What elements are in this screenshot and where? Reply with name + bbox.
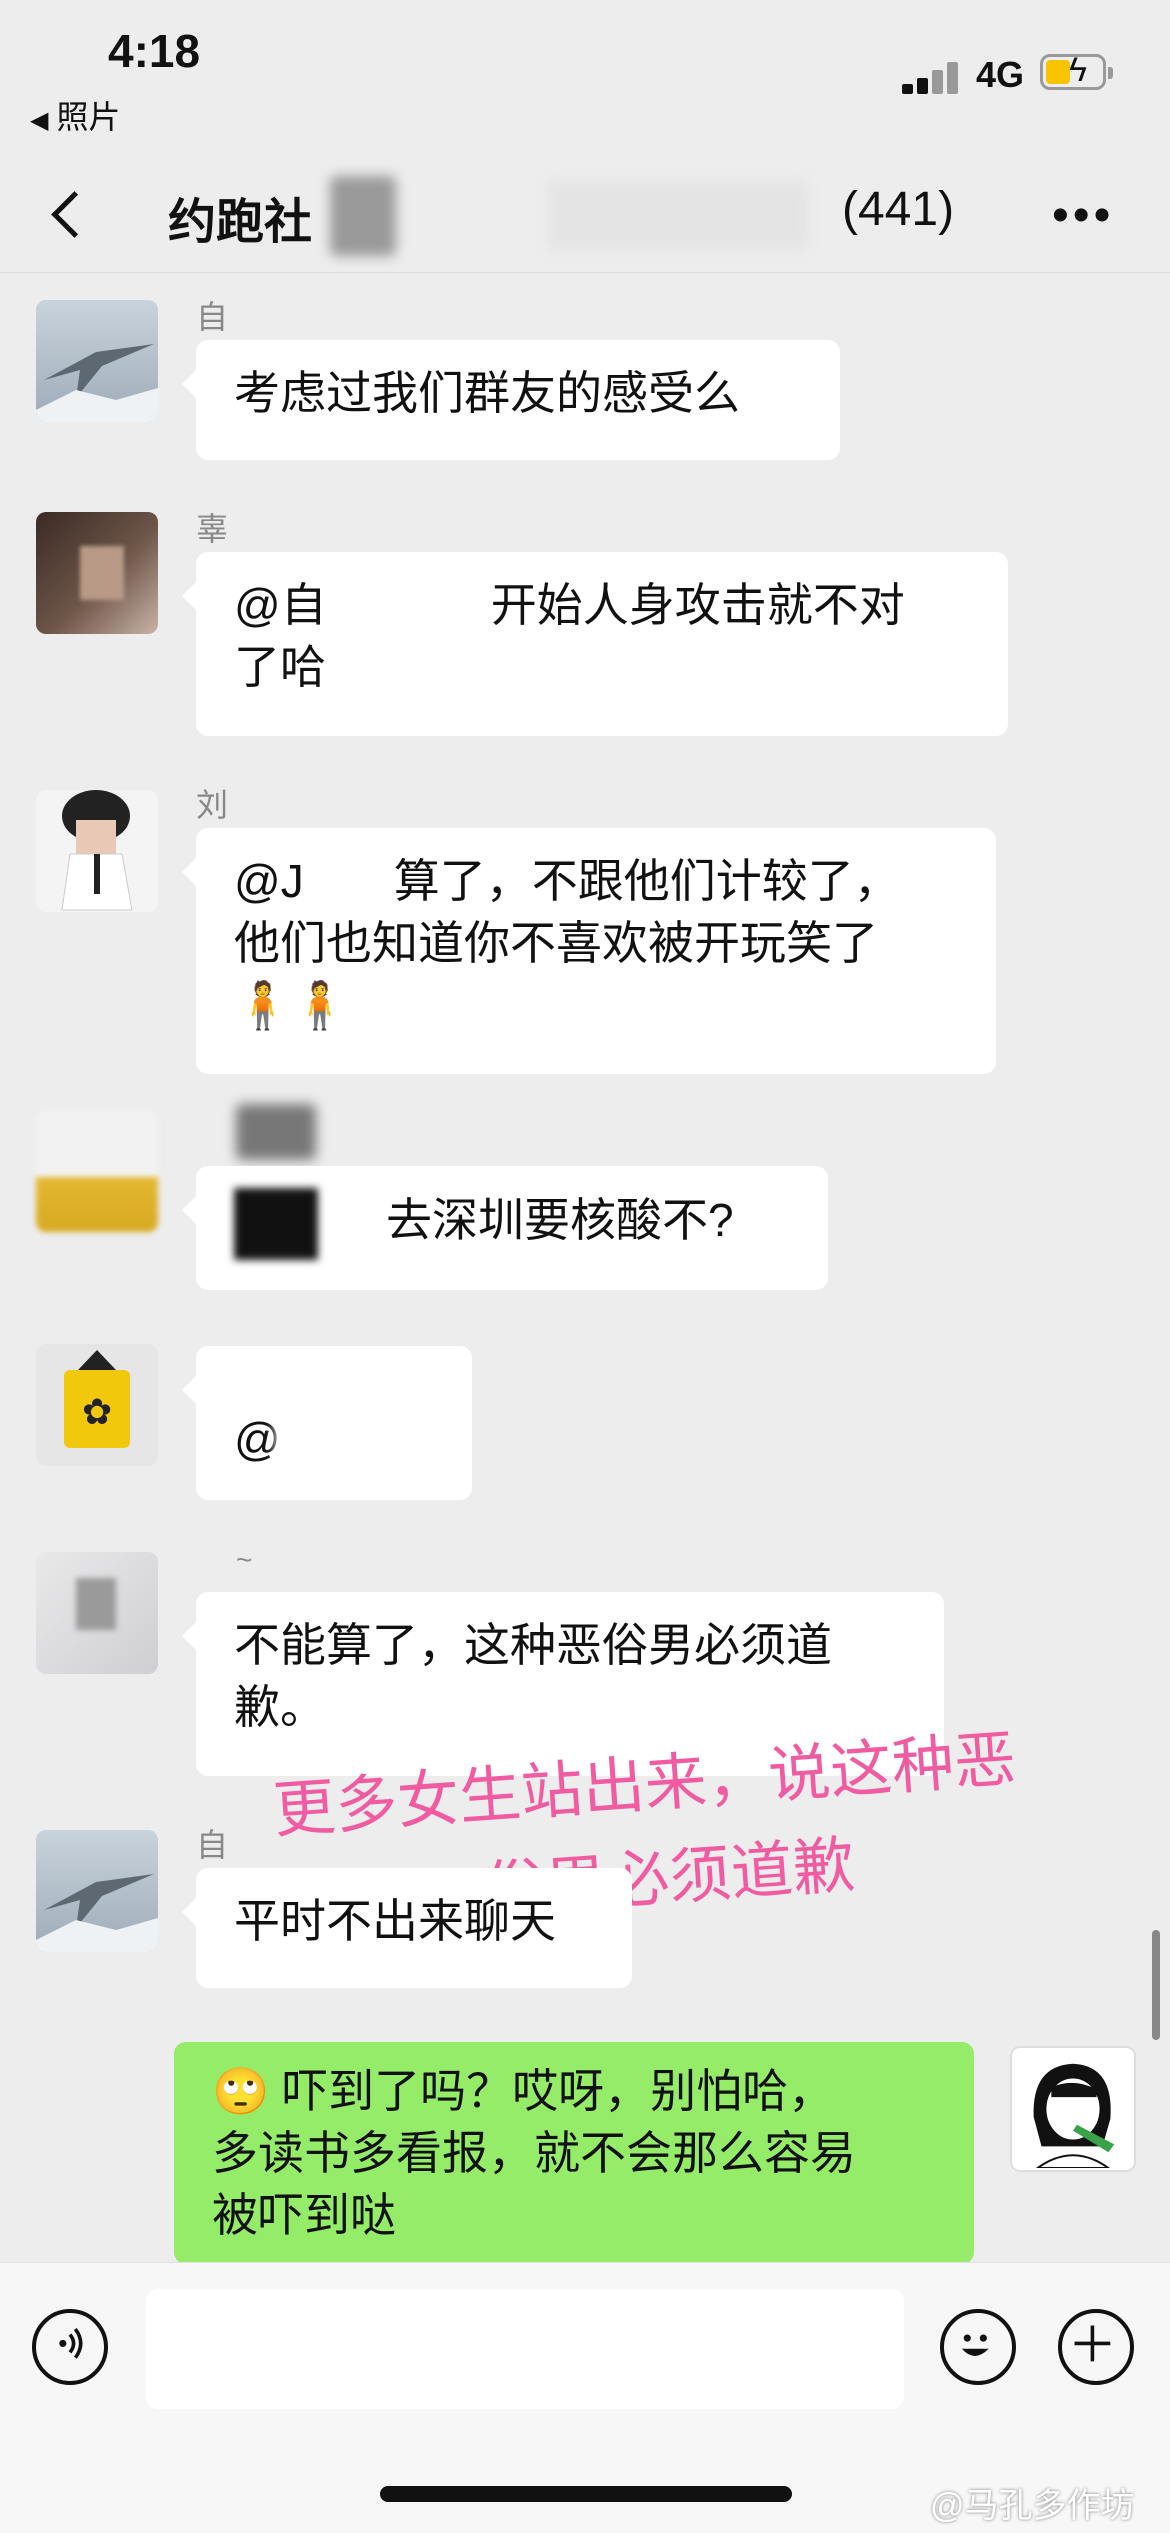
message-bubble[interactable]: 去深圳要核酸不? bbox=[182, 1166, 828, 1290]
message-text: 开始人身攻击就不对 bbox=[490, 579, 905, 631]
message-input[interactable] bbox=[146, 2289, 904, 2409]
battery-icon: ϟ bbox=[1040, 51, 1113, 90]
svg-text:✿: ✿ bbox=[82, 1391, 112, 1432]
plus-icon bbox=[1074, 2325, 1111, 2362]
chat-header: 约跑社 (441) ••• bbox=[0, 160, 1170, 273]
sender-name: ~ bbox=[236, 1544, 253, 1575]
message-text: 不能算了，这种恶俗男必须道 bbox=[234, 1619, 832, 1671]
redacted-blur bbox=[276, 1386, 446, 1476]
signal-icon bbox=[902, 60, 962, 94]
smiley-icon bbox=[961, 2334, 989, 2356]
network-type: 4G bbox=[976, 54, 1025, 95]
message-bubble[interactable]: @ bbox=[182, 1346, 472, 1500]
my-message-bubble[interactable]: 🙄 吓到了吗？哎呀，别怕哈， 多读书多看报，就不会那么容易 被吓到哒 bbox=[174, 2042, 974, 2264]
message-bubble[interactable]: 平时不出来聊天 bbox=[182, 1868, 632, 1988]
my-avatar[interactable] bbox=[1010, 2046, 1136, 2172]
avatar[interactable] bbox=[36, 1552, 158, 1674]
redacted-blur bbox=[236, 1104, 316, 1160]
message-text: 他们也知道你不喜欢被开玩笑了 bbox=[234, 917, 878, 969]
avatar[interactable] bbox=[36, 1110, 158, 1232]
avatar[interactable] bbox=[36, 1830, 158, 1952]
scrollbar[interactable] bbox=[1152, 1930, 1160, 2040]
back-triangle-icon: ◀ bbox=[30, 107, 49, 134]
pencil-icon: ✿ bbox=[64, 1350, 130, 1448]
sender-name: 自 bbox=[196, 299, 229, 335]
message-text: 歉。 bbox=[234, 1681, 326, 1733]
message-text: 算了，不跟他们计较了， bbox=[393, 855, 900, 907]
avatar[interactable] bbox=[36, 512, 158, 634]
voice-input-button[interactable] bbox=[32, 2309, 108, 2385]
home-indicator[interactable] bbox=[380, 2486, 792, 2502]
avatar[interactable]: ✿ bbox=[36, 1344, 158, 1466]
message-text: @ bbox=[234, 1413, 281, 1465]
message-text: @自 bbox=[234, 579, 327, 631]
back-chevron-icon[interactable] bbox=[44, 180, 104, 250]
message-text: 被吓到哒 bbox=[212, 2189, 396, 2241]
cartoon-girl-icon bbox=[1033, 2063, 1115, 2169]
status-bar: 4:18 ◀ 照片 4G ϟ bbox=[0, 0, 1170, 160]
roll-eyes-emoji: 🙄 bbox=[212, 2064, 270, 2118]
message-text: 平时不出来聊天 bbox=[234, 1895, 556, 1947]
avatar[interactable] bbox=[36, 300, 158, 422]
message-bubble[interactable]: @J 算了，不跟他们计较了， 他们也知道你不喜欢被开玩笑了 🧍🧍 bbox=[182, 828, 996, 1074]
member-count: (441) bbox=[842, 183, 955, 236]
back-to-app-link[interactable]: ◀ 照片 bbox=[30, 92, 120, 138]
clock: 4:18 bbox=[108, 25, 201, 77]
redacted-blur bbox=[80, 546, 124, 600]
message-bubble[interactable]: @自 开始人身攻击就不对 了哈 bbox=[182, 552, 1008, 736]
redacted-blur bbox=[548, 180, 808, 250]
redacted-blur bbox=[234, 1188, 318, 1260]
sender-name: 辜 bbox=[196, 511, 229, 547]
sender-name: 刘 bbox=[196, 787, 229, 823]
redacted-blur bbox=[76, 1578, 116, 1630]
message-text: 吓到了吗？哎呀，别怕哈， bbox=[282, 2065, 835, 2117]
watermark: @马孔多作坊 bbox=[930, 2487, 1135, 2525]
message-text: 去深圳要核酸不? bbox=[386, 1194, 734, 1247]
girl-avatar-icon bbox=[61, 790, 133, 911]
jet-icon bbox=[36, 1874, 158, 1952]
more-actions-button[interactable] bbox=[1058, 2309, 1134, 2385]
message-text: @J bbox=[234, 855, 304, 907]
avatar[interactable] bbox=[36, 790, 158, 912]
message-bubble[interactable]: 考虑过我们群友的感受么 bbox=[182, 340, 840, 460]
jet-icon bbox=[36, 344, 158, 422]
message-text: 多读书多看报，就不会那么容易 bbox=[212, 2127, 856, 2179]
group-title: 约跑社 bbox=[168, 196, 313, 249]
sender-name: 自 bbox=[196, 1827, 229, 1863]
message-text: 考虑过我们群友的感受么 bbox=[234, 367, 740, 419]
more-icon[interactable]: ••• bbox=[1052, 192, 1114, 240]
emoji: 🧍🧍 bbox=[234, 978, 349, 1032]
redacted-blur bbox=[330, 176, 396, 256]
back-app-label: 照片 bbox=[56, 99, 121, 135]
voice-icon bbox=[59, 2328, 83, 2359]
message-text: 了哈 bbox=[234, 641, 326, 693]
emoji-button[interactable] bbox=[940, 2309, 1016, 2385]
